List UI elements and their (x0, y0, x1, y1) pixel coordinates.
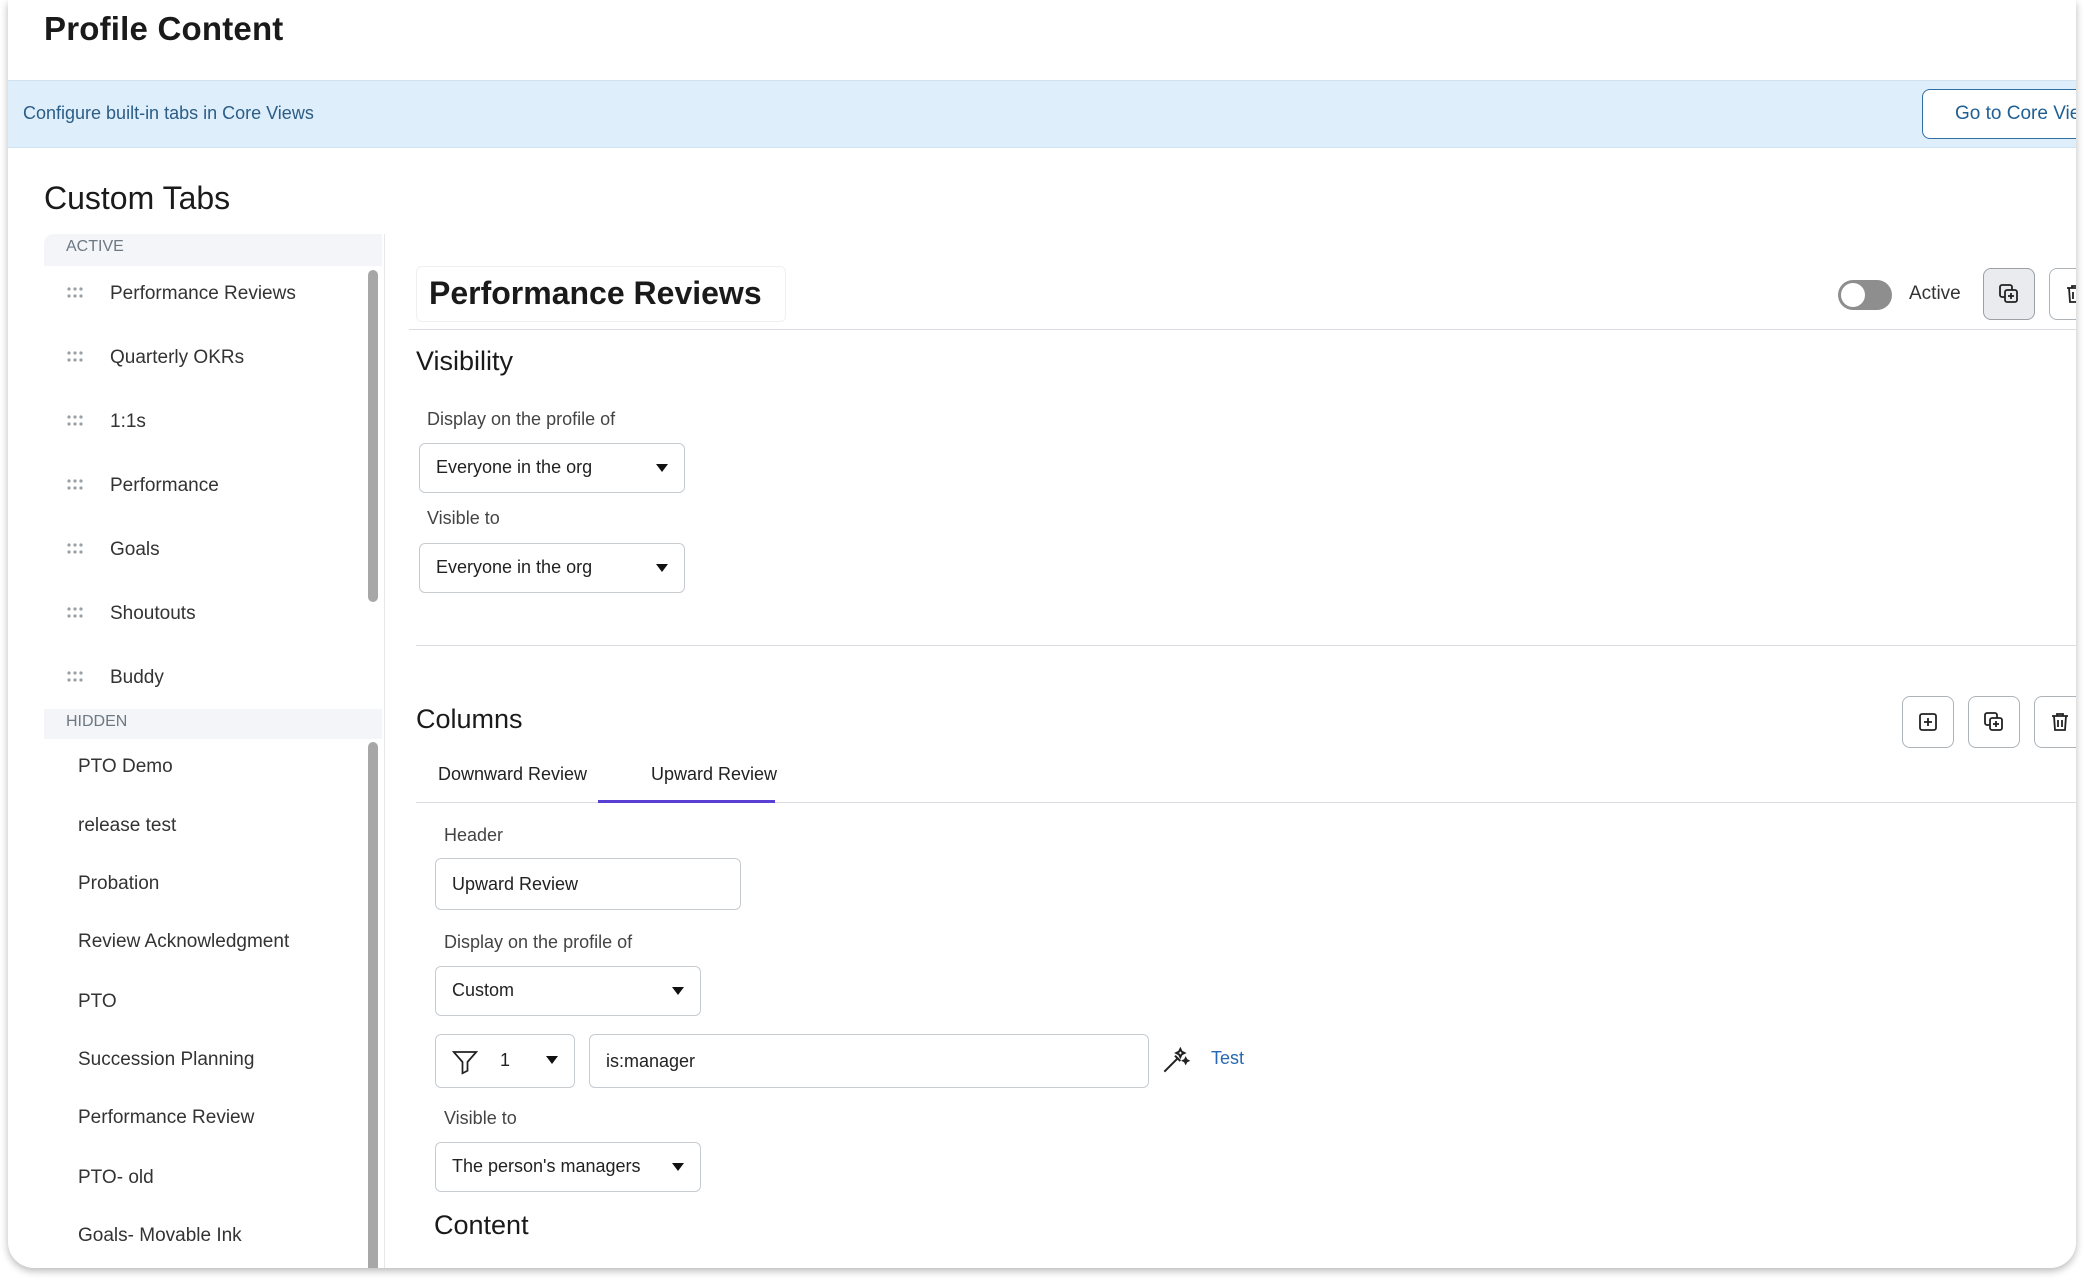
sidebar-item-active[interactable]: Buddy (44, 658, 364, 698)
trash-icon (2052, 713, 2068, 731)
sidebar-item-hidden[interactable]: Review Acknowledgment (44, 922, 364, 962)
sidebar-item-hidden[interactable]: release test (44, 806, 364, 846)
drag-handle-icon[interactable] (66, 606, 84, 620)
info-banner: Configure built-in tabs in Core Views Go… (8, 80, 2076, 148)
columns-visible-label: Visible to (444, 1108, 517, 1128)
drag-handle-icon[interactable] (66, 542, 84, 556)
filter-count: 1 (500, 1050, 511, 1070)
sidebar-item-hidden[interactable]: Succession Planning (44, 1040, 364, 1080)
tab-name: Performance Reviews (429, 275, 762, 311)
sidebar-item-label: release test (78, 815, 177, 836)
header-label: Header (444, 825, 504, 845)
sidebar-item-hidden[interactable]: Goals- Movable Ink (44, 1216, 364, 1256)
columns-display-select[interactable]: Custom (435, 966, 701, 1016)
go-to-core-views-button[interactable]: Go to Core Views (1922, 89, 2076, 139)
chevron-down-icon (656, 464, 668, 472)
visibility-display-label: Display on the profile of (427, 409, 616, 429)
sidebar-item-active[interactable]: Quarterly OKRs (44, 338, 364, 378)
profile-content-window: Profile Content Configure built-in tabs … (8, 0, 2076, 1268)
filter-icon (451, 1051, 479, 1075)
hidden-group-header: HIDDEN (44, 709, 382, 739)
sidebar-item-label: PTO (78, 991, 117, 1012)
active-toggle-label: Active (1909, 283, 1961, 304)
columns-display-label: Display on the profile of (444, 932, 633, 952)
sidebar-item-label: Probation (78, 873, 160, 894)
sidebar-item-label: 1:1s (110, 411, 146, 432)
custom-tabs-title: Custom Tabs (44, 180, 231, 216)
sidebar-item-active[interactable]: 1:1s (44, 402, 364, 442)
active-group-header: ACTIVE (44, 234, 382, 266)
section-divider (416, 645, 2076, 646)
sidebar-item-hidden[interactable]: PTO (44, 982, 364, 1022)
visibility-display-select[interactable]: Everyone in the org (419, 443, 685, 493)
drag-handle-icon[interactable] (66, 350, 84, 364)
visibility-visible-select[interactable]: Everyone in the org (419, 543, 685, 593)
tab-name-field[interactable]: Performance Reviews (416, 266, 786, 322)
columns-visible-select[interactable]: The person's managers (435, 1142, 701, 1192)
active-toggle[interactable] (1838, 280, 1892, 310)
sidebar-item-label: PTO- old (78, 1167, 154, 1188)
sidebar-item-label: Performance (110, 475, 219, 496)
chevron-down-icon (546, 1056, 558, 1064)
sidebar-item-hidden[interactable]: PTO- old (44, 1158, 364, 1198)
sidebar-item-label: Buddy (110, 667, 164, 688)
sidebar-item-label: Review Acknowledgment (78, 931, 290, 952)
add-column-button[interactable] (1902, 696, 1954, 748)
delete-column-button[interactable] (2034, 696, 2076, 748)
header-input[interactable] (435, 858, 741, 910)
sidebar-item-active[interactable]: Performance Reviews (44, 274, 364, 314)
sidebar-item-label: Goals- Movable Ink (78, 1225, 242, 1246)
sidebar-item-label: Shoutouts (110, 603, 196, 624)
selected-tab-indicator (598, 800, 775, 803)
sidebar-item-label: PTO Demo (78, 756, 173, 777)
visibility-display-value: Everyone in the org (436, 457, 593, 477)
sidebar-item-active[interactable]: Goals (44, 530, 364, 570)
chevron-down-icon (672, 987, 684, 995)
visibility-visible-label: Visible to (427, 508, 500, 528)
drag-handle-icon[interactable] (66, 670, 84, 684)
tab-upward-review[interactable]: Upward Review (651, 764, 777, 785)
toggle-knob (1841, 283, 1865, 307)
visibility-title: Visibility (416, 346, 514, 376)
header-rule (409, 329, 2076, 330)
chevron-down-icon (656, 564, 668, 572)
sidebar-item-label: Quarterly OKRs (110, 347, 245, 368)
sidebar-item-label: Goals (110, 539, 160, 560)
page-title: Profile Content (44, 10, 284, 47)
hidden-list-scrollbar[interactable] (368, 742, 378, 1268)
columns-visible-value: The person's managers (452, 1156, 641, 1176)
add-icon (1919, 713, 1937, 731)
columns-display-value: Custom (452, 980, 515, 1000)
sidebar-item-active[interactable]: Performance (44, 466, 364, 506)
banner-text: Configure built-in tabs in Core Views (23, 103, 314, 123)
duplicate-icon (1984, 712, 2003, 731)
tab-downward-review[interactable]: Downward Review (438, 764, 587, 785)
columns-title: Columns (416, 704, 523, 734)
sidebar-item-label: Performance Reviews (110, 283, 296, 304)
visibility-visible-value: Everyone in the org (436, 557, 593, 577)
active-list-scrollbar[interactable] (368, 270, 378, 602)
trash-icon (2067, 285, 2076, 303)
chevron-down-icon (672, 1163, 684, 1171)
sidebar-item-label: Succession Planning (78, 1049, 255, 1070)
filter-count-select[interactable]: 1 (435, 1034, 575, 1088)
duplicate-icon (1999, 284, 2018, 303)
duplicate-tab-button[interactable] (1983, 268, 2035, 320)
duplicate-column-button[interactable] (1968, 696, 2020, 748)
content-title: Content (434, 1210, 529, 1240)
custom-tabs-sidebar: ACTIVE Performance Reviews Quarterly OKRs… (44, 234, 382, 1268)
delete-tab-button[interactable] (2049, 268, 2076, 320)
sidebar-item-hidden[interactable]: Performance Review (44, 1098, 364, 1138)
drag-handle-icon[interactable] (66, 478, 84, 492)
drag-handle-icon[interactable] (66, 286, 84, 300)
sidebar-item-active[interactable]: Shoutouts (44, 594, 364, 634)
sidebar-item-label: Performance Review (78, 1107, 255, 1128)
tab-detail-panel: Performance Reviews Active Visibility Di… (385, 234, 2076, 1268)
sidebar-item-hidden[interactable]: PTO Demo (44, 747, 364, 787)
sidebar-item-hidden[interactable]: Probation (44, 864, 364, 904)
drag-handle-icon[interactable] (66, 414, 84, 428)
test-link[interactable]: Test (1211, 1048, 1244, 1069)
magic-wand-icon[interactable] (1159, 1045, 1191, 1077)
filter-query-input[interactable] (589, 1034, 1149, 1088)
